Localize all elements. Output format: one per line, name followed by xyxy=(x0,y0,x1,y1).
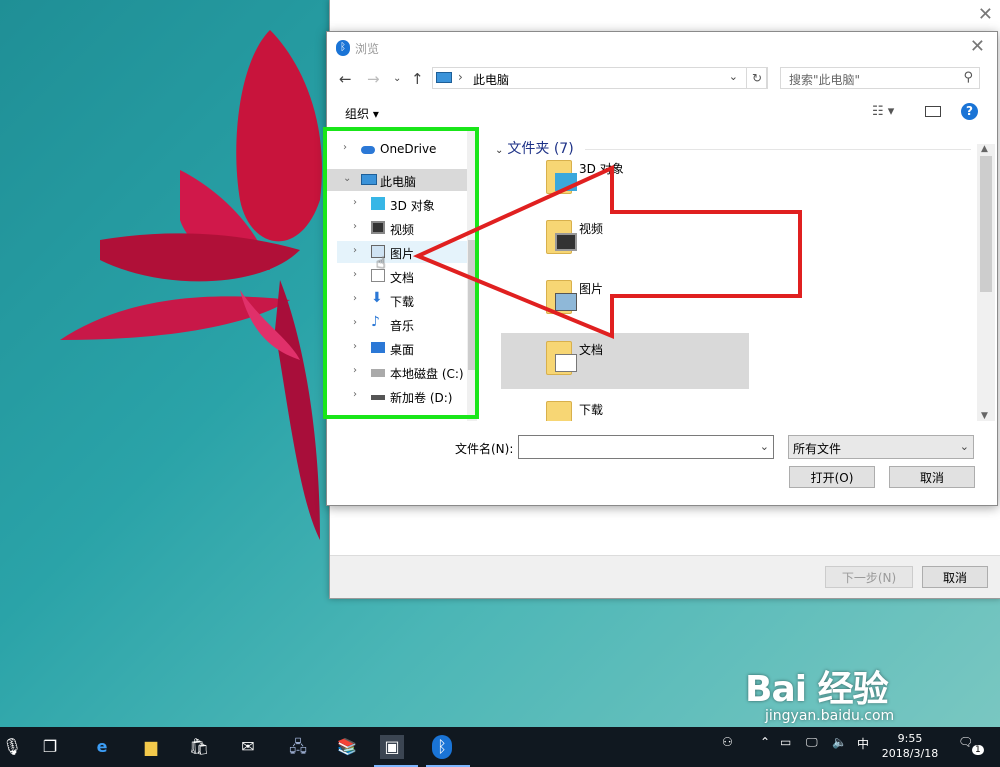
bluetooth-wizard-icon[interactable]: ▣ xyxy=(380,735,404,759)
folder-item-videos[interactable]: 视频 xyxy=(501,212,749,268)
search-input[interactable]: 搜索"此电脑" ⚲ xyxy=(780,67,980,89)
filename-input[interactable]: ⌄ xyxy=(518,435,774,459)
notification-icon[interactable]: 🗨 xyxy=(958,735,973,749)
folder-icon xyxy=(546,341,577,375)
wizard-footer: 下一步(N) 取消 xyxy=(330,555,1000,598)
chevron-down-icon[interactable]: ⌄ xyxy=(760,440,769,453)
title-bar: ᛒ 浏览 ✕ xyxy=(327,32,997,62)
clock-date: 2018/3/18 xyxy=(881,747,939,760)
content-scrollbar[interactable]: ▲ ▼ xyxy=(977,144,995,421)
next-button[interactable]: 下一步(N) xyxy=(825,566,913,588)
clock-time: 9:55 xyxy=(897,732,923,745)
breadcrumb-separator-icon: › xyxy=(458,70,463,84)
bluetooth-icon[interactable]: ᛒ xyxy=(432,735,452,759)
filetype-value: 所有文件 xyxy=(793,442,842,456)
notification-count: 1 xyxy=(972,745,984,755)
ime-indicator[interactable]: 中 xyxy=(857,735,869,752)
hand-cursor-icon: ☝ xyxy=(376,253,386,272)
cancel-button[interactable]: 取消 xyxy=(889,466,975,488)
organize-menu[interactable]: 组织 ▾ xyxy=(345,105,379,122)
search-placeholder: 搜索"此电脑" xyxy=(789,73,861,87)
help-icon[interactable]: ? xyxy=(961,103,978,120)
view-options-icon[interactable]: ☷ ▾ xyxy=(872,104,894,119)
watermark-url: jingyan.baidu.com xyxy=(765,708,895,724)
command-bar: 组织 ▾ ☷ ▾ ? xyxy=(327,98,997,126)
scroll-down-icon[interactable]: ▼ xyxy=(981,411,988,421)
film-icon xyxy=(555,233,577,251)
chevron-down-icon[interactable]: ⌄ xyxy=(729,70,738,83)
watermark-brand: Bai 经验 xyxy=(745,669,889,710)
scroll-thumb[interactable] xyxy=(980,156,992,292)
divider xyxy=(585,149,971,150)
search-icon[interactable]: ⚲ xyxy=(963,70,973,85)
wizard-cancel-button[interactable]: 取消 xyxy=(922,566,988,588)
tray-up-chevron-icon[interactable]: ⌃ xyxy=(760,735,770,749)
microphone-icon[interactable]: 🎙 xyxy=(0,735,24,759)
folder-icon xyxy=(546,401,572,421)
wallpaper-flower xyxy=(60,30,322,540)
display-icon[interactable]: 🖵 xyxy=(806,735,818,750)
content-pane: ⌄ 文件夹 (7) 3D 对象 视频 图片 文档 下载 xyxy=(489,128,979,421)
open-button[interactable]: 打开(O) xyxy=(789,466,875,488)
people-icon[interactable]: ⚇ xyxy=(722,735,733,749)
refresh-icon[interactable]: ↻ xyxy=(746,67,768,89)
mail-icon[interactable]: ✉ xyxy=(236,735,260,759)
folder-item-downloads[interactable]: 下载 xyxy=(501,393,749,421)
back-arrow-icon[interactable]: ← xyxy=(339,70,352,88)
filename-label: 文件名(N): xyxy=(455,442,514,456)
bluetooth-icon: ᛒ xyxy=(336,40,350,56)
folder-name: 3D 对象 xyxy=(579,162,624,176)
taskbar: 🎙 ❐ e ▆ 🛍 ✉ 🖧 📚 ▣ ᛒ ⚇ ⌃ ▭ 🖵 🔈 中 9:55 201… xyxy=(0,727,1000,767)
recent-locations-chevron-icon[interactable]: ⌄ xyxy=(393,73,401,84)
folder-name: 文档 xyxy=(579,343,604,357)
folder-item-pictures[interactable]: 图片 xyxy=(501,272,749,328)
folder-item-documents[interactable]: 文档 xyxy=(501,333,749,389)
close-icon[interactable]: ✕ xyxy=(978,4,993,25)
scroll-up-icon[interactable]: ▲ xyxy=(981,144,988,154)
navigation-bar: ← → ⌄ ↑ › 此电脑 ⌄ ↻ 搜索"此电脑" ⚲ xyxy=(327,65,997,93)
dialog-title: 浏览 xyxy=(355,42,380,56)
folder-icon xyxy=(546,160,577,194)
picture-icon xyxy=(555,293,577,311)
filetype-select[interactable]: 所有文件 ⌄ xyxy=(788,435,974,459)
edge-browser-icon[interactable]: e xyxy=(90,735,114,759)
folder-item-3d-objects[interactable]: 3D 对象 xyxy=(501,152,749,208)
folder-name: 视频 xyxy=(579,222,604,236)
folder-icon xyxy=(546,280,577,314)
books-icon[interactable]: 📚 xyxy=(335,735,359,759)
address-path[interactable]: 此电脑 xyxy=(473,71,509,88)
network-icon[interactable]: ▭ xyxy=(780,735,791,749)
address-bar[interactable]: › 此电脑 ⌄ xyxy=(432,67,767,89)
chevron-down-icon[interactable]: ⌄ xyxy=(960,440,969,453)
highlight-box xyxy=(323,127,479,419)
folder-icon xyxy=(546,220,577,254)
folder-name: 下载 xyxy=(579,403,604,417)
cube-icon xyxy=(555,173,577,191)
network-app-icon[interactable]: 🖧 xyxy=(286,735,310,759)
preview-pane-icon[interactable] xyxy=(925,106,941,117)
forward-arrow-icon[interactable]: → xyxy=(367,70,380,88)
watermark: Bai 经验 jingyan.baidu.com xyxy=(745,660,894,724)
task-view-icon[interactable]: ❐ xyxy=(38,735,62,759)
volume-icon[interactable]: 🔈 xyxy=(832,735,847,749)
file-explorer-icon[interactable]: ▆ xyxy=(139,735,163,759)
store-icon[interactable]: 🛍 xyxy=(187,735,211,759)
folder-name: 图片 xyxy=(579,282,604,296)
close-icon[interactable]: ✕ xyxy=(970,36,985,57)
up-arrow-icon[interactable]: ↑ xyxy=(411,70,424,88)
clock[interactable]: 9:55 2018/3/18 xyxy=(880,731,940,761)
computer-icon xyxy=(436,72,452,83)
document-icon xyxy=(555,354,577,372)
